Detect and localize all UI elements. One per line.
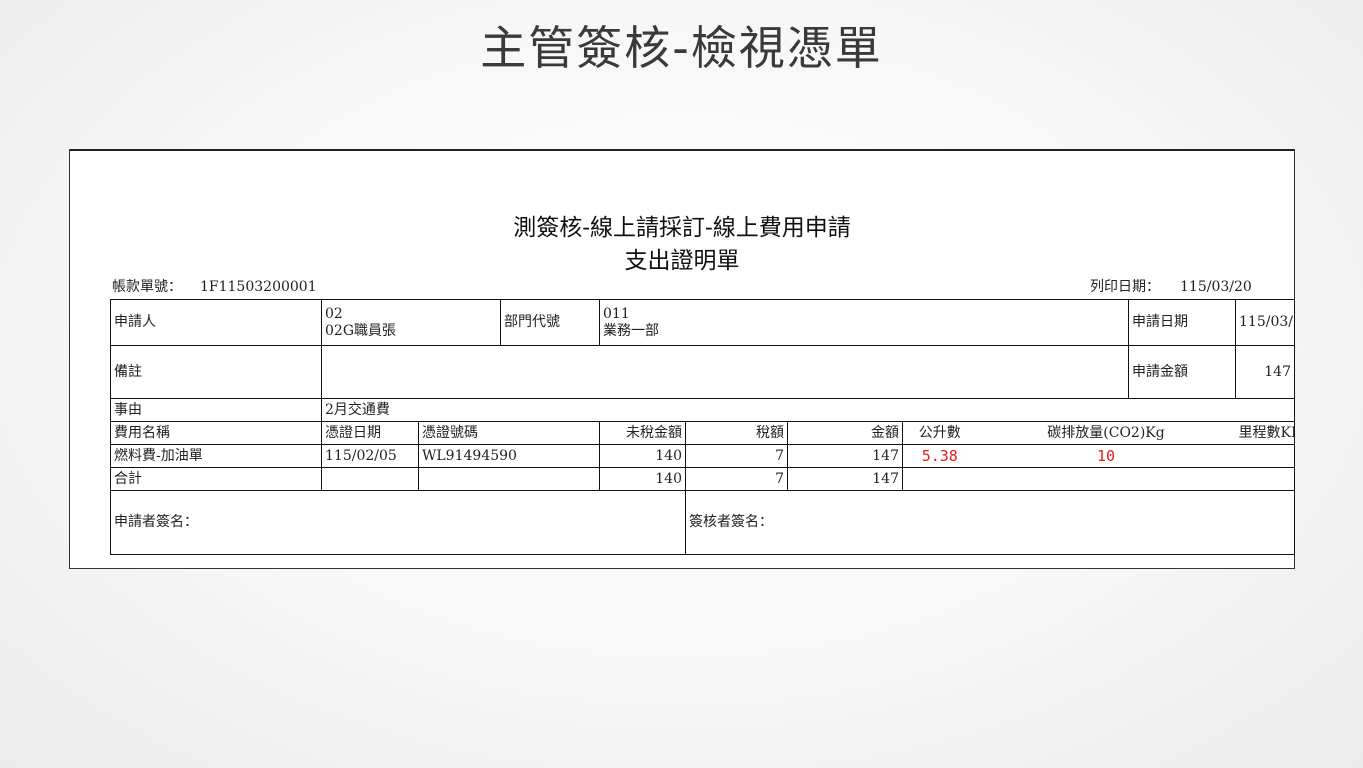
item-voucher-no: WL91494590 — [418, 444, 600, 468]
account-number: 帳款單號： 1F11503200001 — [112, 278, 317, 296]
apply-date-value: 115/03/20 — [1235, 299, 1295, 346]
item-pretax: 140 — [599, 444, 686, 468]
slide-title: 主管簽核-檢視憑單 — [480, 21, 883, 75]
items-header-row: 費用名稱 憑證日期 憑證號碼 未稅金額 稅額 金額 公升數 碳排放量(CO2)K… — [110, 421, 1295, 445]
dept-value: 011 業務一部 — [599, 299, 1129, 346]
col-co2: 碳排放量(CO2)Kg — [976, 421, 1236, 445]
account-number-value: 1F11503200001 — [200, 279, 317, 295]
applicant-code: 02 — [325, 305, 343, 322]
applicant-row: 申請人 02 02G職員張 部門代號 011 業務一部 申請日期 115/03/… — [110, 299, 1295, 346]
item-amount: 147 — [787, 444, 903, 468]
item-liters: 5.38 — [902, 444, 977, 468]
dept-label: 部門代號 — [500, 299, 600, 346]
remark-value — [321, 345, 1129, 399]
item-km — [1235, 444, 1295, 468]
apply-amount-label: 申請金額 — [1128, 345, 1236, 399]
total-extra — [902, 467, 1295, 491]
remark-label: 備註 — [110, 345, 322, 399]
total-pretax: 140 — [599, 467, 686, 491]
voucher-document: 測簽核-線上請採訂-線上費用申請 支出證明單 帳款單號： 1F1150320000… — [69, 149, 1295, 569]
total-tax: 7 — [685, 467, 788, 491]
col-amount: 金額 — [787, 421, 903, 445]
apply-date-label: 申請日期 — [1128, 299, 1236, 346]
approver-signature: 簽核者簽名： — [685, 490, 1295, 555]
applicant-signature: 申請者簽名： — [110, 490, 686, 555]
item-co2: 10 — [976, 444, 1236, 468]
reason-label: 事由 — [110, 398, 322, 422]
document-title: 測簽核-線上請採訂-線上費用申請 — [513, 215, 851, 241]
col-pretax: 未稅金額 — [599, 421, 686, 445]
table-row: 燃料費-加油單 115/02/05 WL91494590 140 7 147 5… — [110, 444, 1295, 468]
signature-row: 申請者簽名： 簽核者簽名： — [110, 490, 1295, 555]
document-subtitle: 支出證明單 — [624, 248, 740, 274]
col-liters: 公升數 — [902, 421, 977, 445]
print-date-value: 115/03/20 — [1180, 279, 1252, 295]
col-tax: 稅額 — [685, 421, 788, 445]
total-amount: 147 — [787, 467, 903, 491]
total-label: 合計 — [110, 467, 322, 491]
total-row: 合計 140 7 147 — [110, 467, 1295, 491]
col-item: 費用名稱 — [110, 421, 322, 445]
applicant-value: 02 02G職員張 — [321, 299, 501, 346]
total-voucher-no — [418, 467, 600, 491]
account-number-label: 帳款單號： — [112, 279, 182, 295]
dept-code: 011 — [603, 305, 630, 322]
apply-amount-value: 147 — [1235, 345, 1295, 399]
dept-name: 業務一部 — [603, 322, 659, 339]
applicant-name: 02G職員張 — [325, 322, 396, 339]
applicant-label: 申請人 — [110, 299, 322, 346]
col-voucher-no: 憑證號碼 — [418, 421, 600, 445]
item-tax: 7 — [685, 444, 788, 468]
total-voucher-date — [321, 467, 419, 491]
item-voucher-date: 115/02/05 — [321, 444, 419, 468]
print-date: 列印日期： 115/03/20 — [1090, 278, 1252, 296]
print-date-label: 列印日期： — [1090, 279, 1160, 295]
item-name: 燃料費-加油單 — [110, 444, 322, 468]
reason-value: 2月交通費 — [321, 398, 1295, 422]
reason-row: 事由 2月交通費 — [110, 398, 1295, 422]
expense-form-table: 申請人 02 02G職員張 部門代號 011 業務一部 申請日期 115/03/… — [110, 299, 1295, 555]
col-km: 里程數KM — [1235, 421, 1295, 445]
col-voucher-date: 憑證日期 — [321, 421, 419, 445]
remark-row: 備註 申請金額 147 — [110, 345, 1295, 399]
